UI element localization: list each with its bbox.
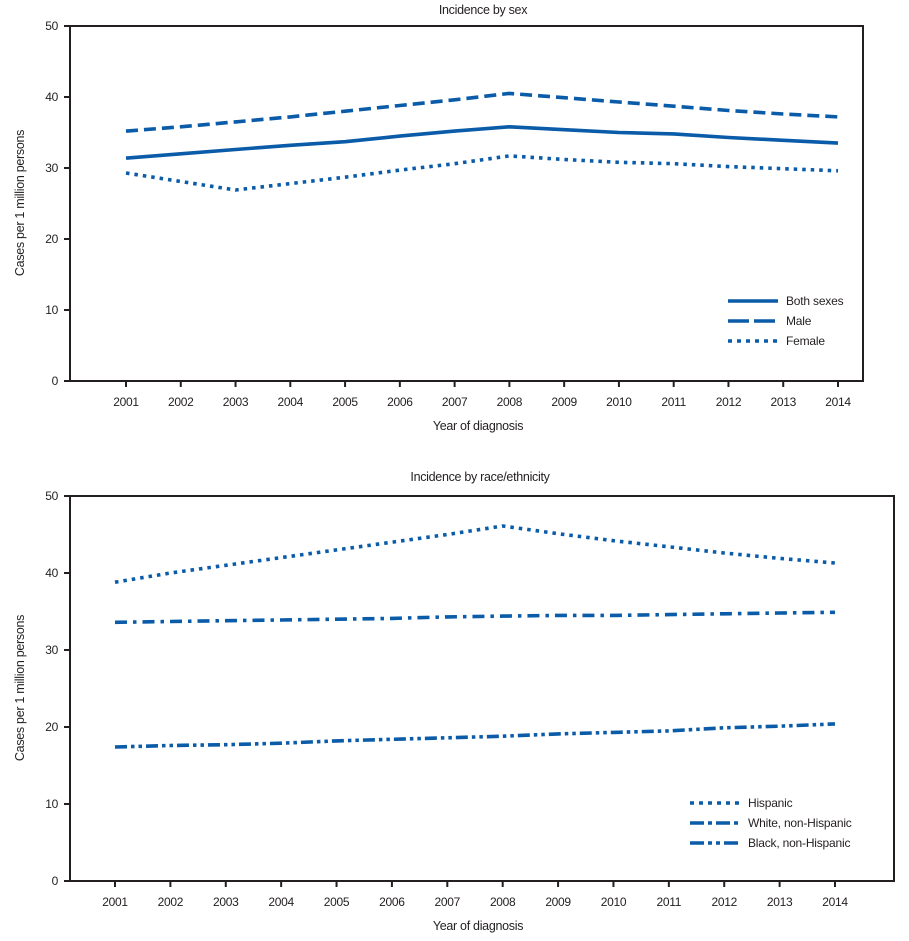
chart-incidence-by-sex: Incidence by sex 01020304050 2001 2002 200… bbox=[13, 3, 864, 433]
y-axis: 0 10 20 30 40 50 bbox=[45, 19, 70, 388]
chart-incidence-by-race-ethnicity: Incidence by race/ethnicity 01020304050 … bbox=[13, 470, 895, 933]
y-tick-label: 20 bbox=[45, 232, 58, 246]
y-tick-label: 50 bbox=[45, 19, 58, 33]
y-tick-label: 30 bbox=[45, 643, 58, 657]
y-tick-label: 20 bbox=[45, 720, 58, 734]
y-tick-label: 0 bbox=[52, 874, 59, 888]
legend-label: White, non-Hispanic bbox=[748, 816, 852, 830]
y-tick-label: 0 bbox=[52, 374, 59, 388]
x-tick-label: 2008 bbox=[490, 895, 516, 909]
x-tick-label: 2004 bbox=[268, 895, 294, 909]
chart-title: Incidence by sex bbox=[439, 3, 528, 17]
y-tick-label: 10 bbox=[45, 303, 58, 317]
y-axis-label: Cases per 1 million persons bbox=[13, 615, 27, 761]
legend: Hispanic White, non-Hispanic Black, non-Hi… bbox=[690, 796, 852, 850]
chart-title: Incidence by race/ethnicity bbox=[410, 470, 550, 484]
x-tick-label: 2003 bbox=[223, 395, 249, 409]
x-tick-label: 2001 bbox=[113, 395, 139, 409]
x-tick-label: 2005 bbox=[332, 395, 358, 409]
legend-label: Hispanic bbox=[748, 796, 793, 810]
y-tick-label: 10 bbox=[45, 797, 58, 811]
y-tick-label: 40 bbox=[45, 566, 58, 580]
series-line-male bbox=[125, 91, 839, 133]
plot-frame bbox=[69, 25, 864, 382]
x-tick-label: 2011 bbox=[657, 895, 682, 909]
x-tick-label: 2007 bbox=[442, 395, 468, 409]
x-tick-label: 2005 bbox=[324, 895, 350, 909]
x-tick-label: 2007 bbox=[435, 895, 461, 909]
x-tick-label: 2013 bbox=[767, 895, 793, 909]
x-tick-label: 2013 bbox=[770, 395, 796, 409]
x-tick-label: 2012 bbox=[716, 395, 742, 409]
x-tick-label: 2003 bbox=[213, 895, 239, 909]
x-tick-label: 2010 bbox=[601, 895, 627, 909]
series-group bbox=[125, 91, 839, 192]
series-line-female bbox=[125, 154, 839, 192]
x-tick-label: 2008 bbox=[497, 395, 523, 409]
x-tick-label: 2014 bbox=[825, 395, 851, 409]
x-tick-label: 2001 bbox=[102, 895, 128, 909]
x-tick-label: 2002 bbox=[168, 395, 194, 409]
legend-label: Black, non-Hispanic bbox=[748, 836, 850, 850]
x-tick-label: 2006 bbox=[379, 895, 405, 909]
series-line-white-non-hispanic bbox=[114, 610, 836, 625]
x-tick-label: 2010 bbox=[606, 395, 632, 409]
x-axis: 2001 2002 2003 2004 2005 2006 2007 2008 2009 2010… bbox=[102, 881, 849, 909]
x-axis: 2001 2002 2003 2004 2005 2006 2007 2008 2009 2010… bbox=[113, 381, 852, 409]
x-tick-label: 2004 bbox=[278, 395, 304, 409]
figure: Incidence by sex 01020304050 2001 2002 200… bbox=[13, 3, 895, 933]
y-tick-label: 30 bbox=[45, 161, 58, 175]
y-axis: 0 10 20 30 40 50 bbox=[45, 489, 70, 888]
y-tick-label: 40 bbox=[45, 90, 58, 104]
x-tick-label: 2012 bbox=[711, 895, 737, 909]
x-axis-label: Year of diagnosis bbox=[433, 919, 523, 933]
x-tick-label: 2006 bbox=[387, 395, 413, 409]
x-tick-label: 2009 bbox=[545, 895, 571, 909]
legend-label: Male bbox=[786, 314, 812, 328]
x-axis-label: Year of diagnosis bbox=[433, 419, 523, 433]
x-tick-label: 2009 bbox=[551, 395, 577, 409]
x-tick-label: 2002 bbox=[158, 895, 184, 909]
series-line-both-sexes bbox=[125, 125, 839, 160]
legend: Both sexes Male Female bbox=[728, 294, 844, 348]
legend-label: Female bbox=[786, 334, 825, 348]
x-tick-label: 2014 bbox=[822, 895, 848, 909]
legend-label: Both sexes bbox=[786, 294, 844, 308]
series-line-black-non-hispanic bbox=[114, 722, 836, 749]
series-line-hispanic bbox=[114, 524, 836, 584]
series-group bbox=[114, 524, 836, 749]
x-tick-label: 2011 bbox=[661, 395, 686, 409]
y-tick-label: 50 bbox=[45, 489, 58, 503]
y-axis-label: Cases per 1 million persons bbox=[13, 130, 27, 276]
